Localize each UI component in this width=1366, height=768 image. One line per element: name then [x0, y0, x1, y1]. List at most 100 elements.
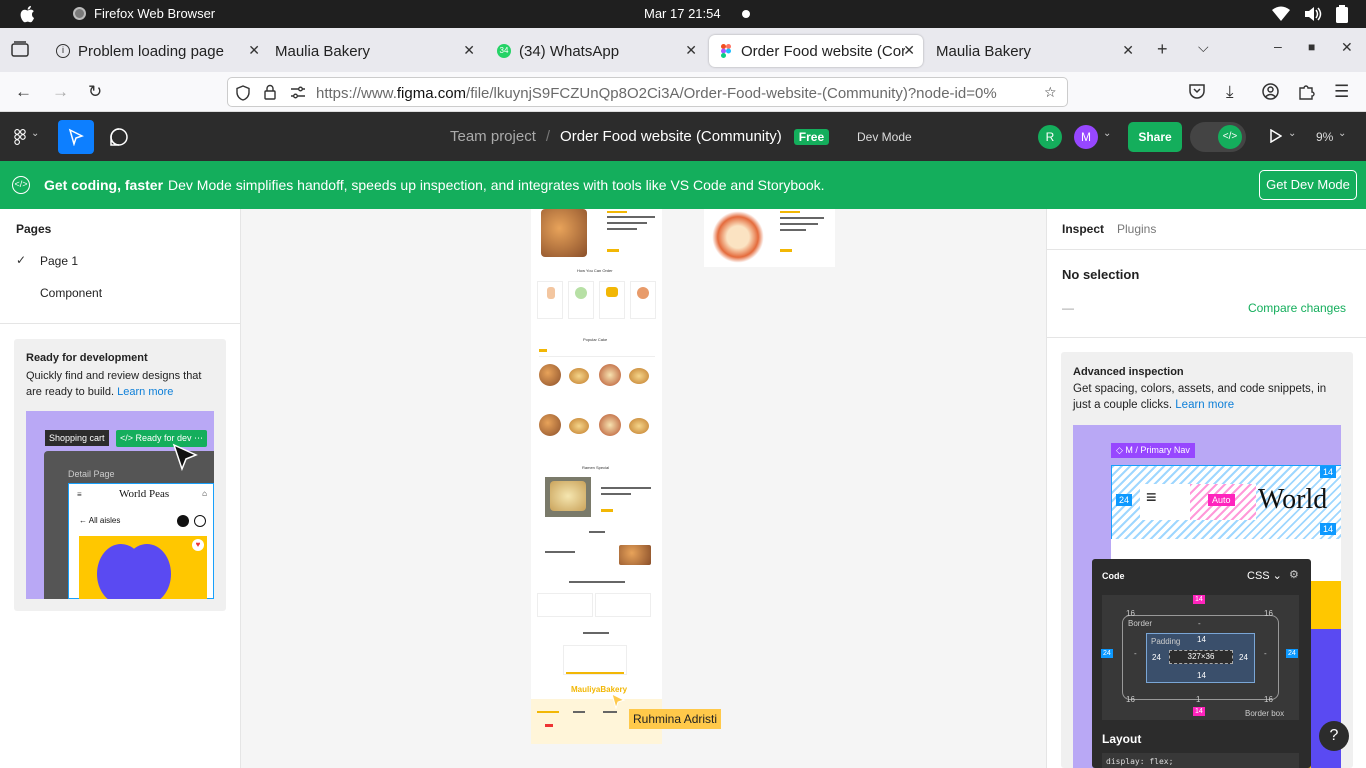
file-name[interactable]: Order Food website (Community)	[560, 128, 782, 145]
lock-icon[interactable]	[264, 84, 276, 100]
border-top-value: -	[1198, 619, 1201, 628]
maximize-icon[interactable]: ■	[1308, 40, 1315, 54]
close-icon[interactable]: ✕	[903, 42, 915, 59]
hero-text-line	[780, 229, 806, 231]
downloads-icon[interactable]: ⤓	[1226, 82, 1234, 102]
chevron-down-icon[interactable]: ⌄	[1103, 128, 1111, 139]
avatar-r[interactable]: R	[1038, 125, 1062, 149]
account-icon[interactable]	[1262, 83, 1279, 100]
contact-form	[563, 645, 627, 675]
spacing-14-tag: 14	[1319, 523, 1336, 535]
right-panel: Inspect Plugins No selection — Compare c…	[1046, 209, 1366, 768]
chevron-down-icon[interactable]: ⌄	[1338, 128, 1346, 139]
tab-plugins[interactable]: Plugins	[1117, 222, 1156, 236]
collaborator-cursor-icon	[611, 693, 625, 709]
shield-icon[interactable]	[236, 85, 250, 101]
tab-whatsapp[interactable]: 34 (34) WhatsApp ✕	[487, 35, 705, 67]
url-bar[interactable]: https://www.figma.com/file/lkuynjS9FCZUn…	[227, 77, 1068, 107]
code-panel: Code CSS ⌄ ⚙ Border Padding 327×36 14 14…	[1092, 559, 1311, 768]
os-active-app[interactable]: Firefox Web Browser	[73, 6, 215, 21]
close-icon[interactable]: ✕	[248, 42, 260, 59]
advanced-inspection-card: Advanced inspection Get spacing, colors,…	[1061, 352, 1353, 768]
chevron-down-icon[interactable]: ⌄	[31, 128, 39, 139]
menu-icon: ≡	[1146, 487, 1157, 507]
tab-maulia-bakery-2[interactable]: Maulia Bakery ✕	[926, 35, 1142, 67]
battery-icon[interactable]	[1336, 5, 1348, 23]
os-clock[interactable]: Mar 17 21:54	[644, 6, 721, 21]
volume-icon[interactable]	[1304, 6, 1322, 22]
border-bottom-value: 1	[1196, 695, 1201, 704]
mouse-pointer-icon	[172, 443, 198, 472]
forward-arrow-icon[interactable]: →	[52, 82, 69, 102]
tab-label: Maulia Bakery	[275, 42, 371, 60]
page-item-component[interactable]: Component	[40, 286, 102, 300]
zoom-level[interactable]: 9%	[1316, 130, 1333, 144]
divider	[0, 323, 240, 324]
tab-label: (34) WhatsApp	[519, 42, 620, 60]
share-button[interactable]: Share	[1128, 122, 1182, 152]
order-steps	[537, 281, 657, 321]
compare-changes-link[interactable]: Compare changes	[1248, 301, 1346, 315]
window-close-icon[interactable]: ✕	[1341, 39, 1353, 56]
url-text[interactable]: https://www.figma.com/file/lkuynjS9FCZUn…	[316, 85, 1034, 102]
close-icon[interactable]: ✕	[685, 42, 697, 59]
select-tool-button[interactable]	[58, 120, 94, 154]
apple-icon[interactable]	[19, 5, 36, 23]
banner-title: Get coding, faster	[44, 177, 164, 193]
margin-right-tag: 24	[1286, 649, 1298, 658]
ramen-heading: Ramen Special	[582, 465, 610, 470]
settings-sliders-icon[interactable]: ⚙	[1289, 568, 1299, 581]
padding-bottom-value: 14	[1197, 671, 1206, 680]
menu-icon: ≡	[77, 490, 82, 499]
chevron-down-icon[interactable]: ⌄	[1288, 128, 1296, 139]
tab-maulia-bakery-1[interactable]: Maulia Bakery ✕	[265, 35, 483, 67]
back-arrow-icon[interactable]: ←	[15, 82, 32, 102]
tab-label: Order Food website (Cor	[741, 42, 905, 60]
get-dev-mode-button[interactable]: Get Dev Mode	[1259, 170, 1357, 200]
review-card	[537, 593, 593, 617]
learn-more-link[interactable]: Learn more	[117, 386, 173, 398]
divider	[1047, 249, 1366, 250]
help-button[interactable]: ?	[1319, 721, 1349, 751]
present-play-icon[interactable]	[1270, 129, 1282, 143]
reload-icon[interactable]: ↻	[88, 82, 102, 102]
wifi-icon[interactable]	[1272, 6, 1290, 22]
food-thumbnail	[629, 418, 649, 434]
ramen-text-line	[601, 493, 631, 495]
divider	[1047, 337, 1366, 338]
extensions-puzzle-icon[interactable]	[1298, 83, 1315, 100]
advanced-text: Get spacing, colors, assets, and code sn…	[1073, 383, 1327, 411]
secondary-frame[interactable]	[704, 209, 835, 267]
tab-order-food[interactable]: Order Food website (Cor ✕	[709, 35, 923, 67]
close-icon[interactable]: ✕	[1122, 42, 1134, 59]
shopping-cart-chip: Shopping cart	[45, 430, 109, 446]
landing-page-frame[interactable]: How You Can Order Popular Cake Ramen Spe…	[531, 209, 662, 744]
learn-more-link[interactable]: Learn more	[1175, 399, 1234, 411]
design-canvas[interactable]: How You Can Order Popular Cake Ramen Spe…	[241, 209, 1046, 768]
pocket-icon[interactable]	[1189, 84, 1205, 99]
close-icon[interactable]: ✕	[463, 42, 475, 59]
food-thumbnail	[629, 368, 649, 384]
dev-mode-toggle[interactable]: </>	[1190, 122, 1246, 152]
comment-icon[interactable]	[110, 128, 128, 146]
tab-problem-loading[interactable]: i Problem loading page ✕	[46, 35, 268, 67]
bookmark-star-icon[interactable]: ☆	[1044, 84, 1057, 101]
code-language-select[interactable]: CSS ⌄	[1247, 569, 1282, 582]
avatar-m[interactable]: M	[1074, 125, 1098, 149]
asian-food-image	[712, 211, 764, 263]
firefox-view-icon[interactable]	[11, 41, 29, 57]
hamburger-menu-icon[interactable]: ☰	[1334, 82, 1349, 102]
primary-nav-tag: ◇ M / Primary Nav	[1111, 443, 1195, 458]
figma-main-menu-icon[interactable]	[14, 129, 26, 145]
list-tabs-chevron-down-icon[interactable]: ⌵	[1198, 39, 1209, 56]
team-project-link[interactable]: Team project	[450, 128, 536, 145]
box-model: Border Padding 327×36 14 14 24 24 16 16 …	[1101, 595, 1299, 720]
ramen-image	[545, 477, 591, 517]
tab-inspect[interactable]: Inspect	[1062, 222, 1104, 236]
new-tab-plus-icon[interactable]: +	[1157, 39, 1168, 60]
minimize-icon[interactable]: –	[1274, 38, 1282, 54]
basket-icon: ⌂	[202, 489, 207, 498]
divider	[539, 356, 655, 357]
page-item-page-1[interactable]: Page 1	[40, 254, 78, 268]
permissions-icon[interactable]	[290, 86, 306, 99]
